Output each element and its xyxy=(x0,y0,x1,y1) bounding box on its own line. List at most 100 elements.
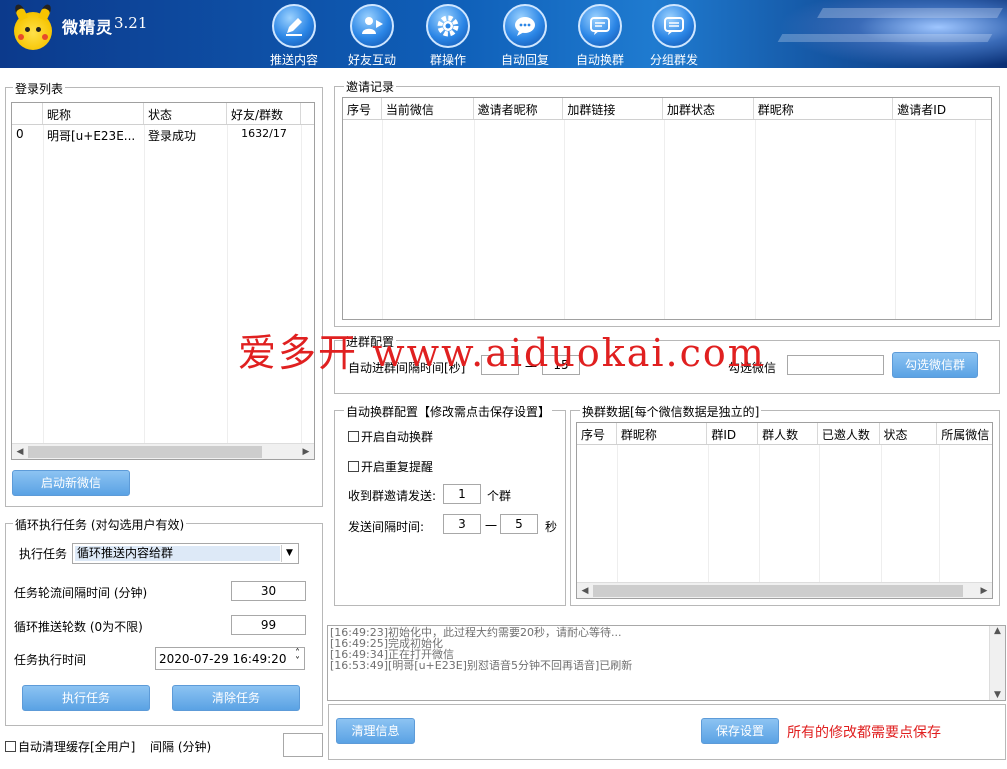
recv-invite-unit: 个群 xyxy=(487,489,512,503)
chat-group-icon xyxy=(664,17,684,35)
dash-text: 一 xyxy=(485,519,498,533)
auto-clean-label: 自动清理缓存[全用户] xyxy=(18,740,136,754)
enable-repeat-label: 开启重复提醒 xyxy=(361,460,434,474)
send-interval-to[interactable]: 5 xyxy=(500,514,538,534)
table-header: 昵称 状态 好友/群数 xyxy=(12,103,314,125)
clear-info-button[interactable]: 清理信息 xyxy=(336,718,415,744)
vertical-scrollbar[interactable]: ▲ ▼ xyxy=(989,626,1005,700)
col-header: 已邀人数 xyxy=(818,423,880,444)
col-header: 当前微信 xyxy=(382,98,474,119)
exec-time-label: 任务执行时间 xyxy=(14,653,87,667)
col-header: 序号 xyxy=(577,423,617,444)
login-table[interactable]: 昵称 状态 好友/群数 0 明哥[u+E23E... 登录成功 1632/17 … xyxy=(11,102,315,460)
recv-invite-input[interactable]: 1 xyxy=(443,484,481,504)
recv-invite-label: 收到群邀请发送: xyxy=(348,489,437,503)
col-header: 状态 xyxy=(880,423,938,444)
nav-auto-reply[interactable]: 自动回复 xyxy=(490,2,560,67)
send-interval-from[interactable]: 3 xyxy=(443,514,481,534)
log-line: [16:53:49][明哥[u+E23E]别怼语音5分钟不回再语音]已刷新 xyxy=(330,659,633,672)
nav-group-ops[interactable]: 群操作 xyxy=(413,2,483,67)
col-header: 加群链接 xyxy=(563,98,664,119)
nav-label: 推送内容 xyxy=(269,53,318,67)
nav-label: 分组群发 xyxy=(649,53,698,67)
col-header xyxy=(12,103,43,124)
rounds-label: 循环推送轮数 (0为不限) xyxy=(14,620,143,634)
enable-auto-switch-checkbox[interactable]: 开启自动换群 xyxy=(348,428,433,445)
auto-clean-interval-input[interactable] xyxy=(283,733,323,757)
log-panel[interactable]: [16:49:23]初始化中，此过程大约需要20秒，请耐心等待... [16:4… xyxy=(327,625,1006,701)
auto-switch-title: 自动换群配置【修改需点击保存设置】 xyxy=(344,403,553,420)
app-title: 微精灵 xyxy=(62,18,114,37)
select-wechat-input[interactable] xyxy=(787,355,884,375)
col-header: 群昵称 xyxy=(754,98,894,119)
col-header: 群人数 xyxy=(758,423,818,444)
col-header: 群ID xyxy=(707,423,759,444)
checkbox-icon xyxy=(348,461,359,472)
spin-icon[interactable]: ˄ ˅ xyxy=(295,649,300,667)
table-header: 序号 当前微信 邀请者昵称 加群链接 加群状态 群昵称 邀请者ID xyxy=(343,98,991,120)
col-header: 加群状态 xyxy=(663,98,754,119)
auto-clean-checkbox[interactable]: 自动清理缓存[全用户] xyxy=(5,738,135,755)
col-header: 邀请者昵称 xyxy=(474,98,564,119)
task-select-value: 循环推送内容给群 xyxy=(75,546,280,561)
col-header: 序号 xyxy=(343,98,382,119)
send-interval-label: 发送间隔时间: xyxy=(348,520,425,534)
table-row[interactable]: 0 明哥[u+E23E... 登录成功 1632/17 xyxy=(12,125,314,143)
cell-status: 登录成功 xyxy=(148,129,197,143)
nav-auto-switch-group[interactable]: 自动换群 xyxy=(565,2,635,67)
task-label: 执行任务 xyxy=(19,547,68,561)
col-header: 邀请者ID xyxy=(897,103,947,117)
cell-nickname: 明哥[u+E23E... xyxy=(47,129,136,143)
task-select[interactable]: 循环推送内容给群 ▼ xyxy=(72,543,299,564)
col-header: 好友/群数 xyxy=(227,103,301,124)
cell-index: 0 xyxy=(16,127,24,141)
watermark-text: 爱多开 www.aiduokai.com xyxy=(238,331,766,375)
nav-label: 自动换群 xyxy=(575,53,624,67)
pikachu-logo-icon xyxy=(13,2,53,50)
exec-time-value: 2020-07-29 16:49:20 xyxy=(159,652,287,666)
loop-task-title: 循环执行任务 (对勾选用户有效) xyxy=(13,516,187,533)
exec-time-picker[interactable]: 2020-07-29 16:49:20 ˄ ˅ xyxy=(155,647,305,670)
rounds-input[interactable]: 99 xyxy=(231,615,306,635)
nav-label: 好友互动 xyxy=(347,53,396,67)
pen-icon xyxy=(286,18,302,36)
horizontal-scrollbar[interactable]: ◀ ▶ xyxy=(577,582,992,598)
col-header: 状态 xyxy=(144,103,227,124)
cell-count: 1632/17 xyxy=(241,127,287,140)
nav-label: 群操作 xyxy=(429,53,466,67)
interval-label: 任务轮流间隔时间 (分钟) xyxy=(14,586,148,600)
invite-title: 邀请记录 xyxy=(344,78,397,95)
log-text: [16:49:23]初始化中，此过程大约需要20秒，请耐心等待... [16:4… xyxy=(330,627,632,671)
auto-clean-interval-label: 间隔 (分钟) xyxy=(150,740,212,754)
app-version: 3.21 xyxy=(114,14,148,32)
save-notice: 所有的修改都需要点保存 xyxy=(787,725,941,741)
select-wechat-group-button[interactable]: 勾选微信群 xyxy=(892,352,978,378)
chat-bubble-icon xyxy=(515,17,535,36)
nav-label: 自动回复 xyxy=(500,53,549,67)
chat-swap-icon xyxy=(590,17,610,35)
enable-auto-switch-label: 开启自动换群 xyxy=(361,430,434,444)
nav-friend-interact[interactable]: 好友互动 xyxy=(337,2,407,67)
nav-push-content[interactable]: 推送内容 xyxy=(259,2,329,67)
invite-table[interactable]: 序号 当前微信 邀请者昵称 加群链接 加群状态 群昵称 邀请者ID xyxy=(342,97,992,320)
save-settings-button[interactable]: 保存设置 xyxy=(701,718,779,744)
user-play-icon xyxy=(362,17,383,34)
gear-icon xyxy=(437,15,459,37)
login-list-title: 登录列表 xyxy=(13,80,66,97)
run-task-button[interactable]: 执行任务 xyxy=(22,685,150,711)
enable-repeat-checkbox[interactable]: 开启重复提醒 xyxy=(348,458,433,475)
interval-input[interactable]: 30 xyxy=(231,581,306,601)
nav-group-broadcast[interactable]: 分组群发 xyxy=(639,2,709,67)
checkbox-icon xyxy=(348,431,359,442)
chevron-down-icon: ▼ xyxy=(281,545,297,562)
col-header: 昵称 xyxy=(43,103,144,124)
checkbox-icon xyxy=(5,741,16,752)
group-data-title: 换群数据[每个微信数据是独立的] xyxy=(580,403,762,420)
clear-task-button[interactable]: 清除任务 xyxy=(172,685,300,711)
horizontal-scrollbar[interactable]: ◀ ▶ xyxy=(12,443,314,459)
col-header: 群昵称 xyxy=(617,423,708,444)
table-header: 序号 群昵称 群ID 群人数 已邀人数 状态 所属微信 xyxy=(577,423,992,445)
group-data-table[interactable]: 序号 群昵称 群ID 群人数 已邀人数 状态 所属微信 ◀ ▶ xyxy=(576,422,993,599)
start-new-wechat-button[interactable]: 启动新微信 xyxy=(12,470,130,496)
col-header: 所属微信 xyxy=(941,428,990,442)
